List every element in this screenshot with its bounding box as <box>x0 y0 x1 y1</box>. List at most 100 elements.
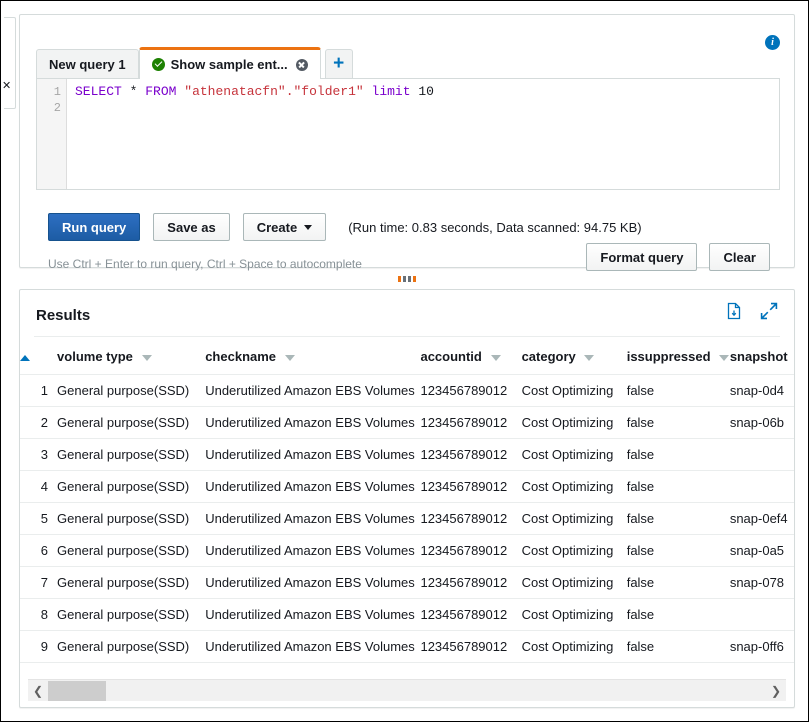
results-table-head: volume type checkname accountid cat <box>20 343 795 375</box>
column-header-accountid[interactable]: accountid <box>420 343 521 375</box>
add-tab-button[interactable]: + <box>325 49 353 79</box>
drag-handle-icon <box>398 276 416 282</box>
cell-row-index: 6 <box>20 535 57 567</box>
run-statistics: (Run time: 0.83 seconds, Data scanned: 9… <box>348 220 641 235</box>
column-header-category[interactable]: category <box>522 343 627 375</box>
table-row[interactable]: 7 General purpose(SSD) Underutilized Ama… <box>20 567 795 599</box>
download-results-icon[interactable] <box>725 302 743 320</box>
results-horizontal-scrollbar[interactable]: ❮ ❯ <box>28 679 786 701</box>
editor-actions: Run query Save as Create (Run time: 0.83… <box>48 213 642 241</box>
table-header-row: volume type checkname accountid cat <box>20 343 795 375</box>
sql-star: * <box>130 84 138 99</box>
cell-issuppressed: false <box>627 375 730 407</box>
cell-snapshot: snap-078 <box>730 567 795 599</box>
left-nav-collapsed-panel[interactable] <box>4 17 16 109</box>
results-header-actions <box>725 302 778 320</box>
cell-snapshot <box>730 663 795 674</box>
table-row[interactable]: 4 General purpose(SSD) Underutilized Ama… <box>20 471 795 503</box>
cell-accountid: 123456789012 <box>420 439 521 471</box>
info-icon[interactable]: i <box>765 35 780 50</box>
cell-checkname: Underutilized Amazon EBS Volumes <box>205 471 420 503</box>
column-header-checkname[interactable]: checkname <box>205 343 420 375</box>
cell-checkname: Underutilized Amazon EBS Volumes <box>205 599 420 631</box>
table-row[interactable]: 3 General purpose(SSD) Underutilized Ama… <box>20 439 795 471</box>
table-row[interactable]: 8 General purpose(SSD) Underutilized Ama… <box>20 599 795 631</box>
cell-checkname: Underutilized Amazon EBS Volumes <box>205 439 420 471</box>
column-label: issuppressed <box>627 349 711 364</box>
cell-category: Cost Optimizing <box>522 375 627 407</box>
left-nav-close-icon[interactable]: ✕ <box>2 79 11 92</box>
cell-category: Cost Optimizing <box>522 567 627 599</box>
cell-snapshot <box>730 471 795 503</box>
create-button[interactable]: Create <box>243 213 326 241</box>
panel-resize-handle[interactable] <box>19 269 795 289</box>
editor-code-lines[interactable]: SELECT * FROM "athenatacfn"."folder1" li… <box>67 79 779 189</box>
editor-gutter: 1 2 <box>37 79 67 189</box>
column-header-snapshot[interactable]: snapshot <box>730 343 795 375</box>
cell-row-index: 5 <box>20 503 57 535</box>
chevron-down-icon <box>719 355 729 361</box>
tab-new-query-1[interactable]: New query 1 <box>36 49 139 79</box>
column-label: volume type <box>57 349 133 364</box>
sort-ascending-icon <box>20 355 30 361</box>
table-row[interactable]: 5 General purpose(SSD) Underutilized Ama… <box>20 503 795 535</box>
column-header-row-index[interactable] <box>20 343 57 375</box>
save-as-button[interactable]: Save as <box>153 213 229 241</box>
sql-operator-star <box>122 84 130 99</box>
sql-keyword-select: SELECT <box>75 84 122 99</box>
results-header: Results <box>20 290 794 336</box>
cell-volume-type: General purpose(SSD) <box>57 599 205 631</box>
cell-row-index: 10 <box>20 663 57 674</box>
cell-snapshot: snap-0d4 <box>730 375 795 407</box>
cell-checkname: Underutilized Amazon EBS Volumes <box>205 503 420 535</box>
cell-snapshot <box>730 599 795 631</box>
column-header-volume-type[interactable]: volume type <box>57 343 205 375</box>
cell-accountid: 123456789012 <box>420 567 521 599</box>
column-label: category <box>522 349 576 364</box>
table-row[interactable]: 10 General purpose(SSD) Underutilized Am… <box>20 663 795 674</box>
scroll-left-arrow-icon[interactable]: ❮ <box>28 685 48 697</box>
cell-category: Cost Optimizing <box>522 599 627 631</box>
table-row[interactable]: 1 General purpose(SSD) Underutilized Ama… <box>20 375 795 407</box>
cell-category: Cost Optimizing <box>522 439 627 471</box>
chevron-down-icon <box>142 355 152 361</box>
success-check-icon <box>152 58 165 71</box>
cell-checkname: Underutilized Amazon EBS Volumes <box>205 663 420 674</box>
table-row[interactable]: 9 General purpose(SSD) Underutilized Ama… <box>20 631 795 663</box>
format-query-button[interactable]: Format query <box>586 243 697 271</box>
cell-category: Cost Optimizing <box>522 663 627 674</box>
tab-show-sample-entries[interactable]: Show sample ent... <box>139 47 321 79</box>
scroll-right-arrow-icon[interactable]: ❯ <box>766 685 786 697</box>
cell-volume-type: General purpose(SSD) <box>57 503 205 535</box>
column-header-issuppressed[interactable]: issuppressed <box>627 343 730 375</box>
results-table-scroll-region[interactable]: volume type checkname accountid cat <box>20 343 795 673</box>
cell-checkname: Underutilized Amazon EBS Volumes <box>205 535 420 567</box>
clear-button[interactable]: Clear <box>709 243 770 271</box>
cell-issuppressed: false <box>627 535 730 567</box>
scrollbar-track[interactable] <box>48 680 766 702</box>
cell-row-index: 4 <box>20 471 57 503</box>
cell-issuppressed: false <box>627 567 730 599</box>
expand-results-icon[interactable] <box>760 302 778 320</box>
cell-accountid: 123456789012 <box>420 663 521 674</box>
table-row[interactable]: 2 General purpose(SSD) Underutilized Ama… <box>20 407 795 439</box>
sql-keyword-limit: limit <box>372 84 411 99</box>
cell-accountid: 123456789012 <box>420 631 521 663</box>
line-number: 2 <box>37 100 66 116</box>
cell-snapshot: snap-0ff6 <box>730 631 795 663</box>
table-row[interactable]: 6 General purpose(SSD) Underutilized Ama… <box>20 535 795 567</box>
scrollbar-thumb[interactable] <box>48 681 106 701</box>
cell-snapshot: snap-06b <box>730 407 795 439</box>
cell-volume-type: General purpose(SSD) <box>57 535 205 567</box>
run-query-button[interactable]: Run query <box>48 213 140 241</box>
query-tab-strip: New query 1 Show sample ent... + <box>36 47 353 79</box>
cell-category: Cost Optimizing <box>522 407 627 439</box>
close-icon[interactable] <box>296 59 308 71</box>
cell-volume-type: General purpose(SSD) <box>57 407 205 439</box>
cell-snapshot <box>730 439 795 471</box>
cell-category: Cost Optimizing <box>522 503 627 535</box>
query-editor-card: i New query 1 Show sample ent... + 1 2 S… <box>19 14 795 268</box>
sql-editor[interactable]: 1 2 SELECT * FROM "athenatacfn"."folder1… <box>36 78 780 190</box>
results-card: Results <box>19 289 795 708</box>
cell-accountid: 123456789012 <box>420 535 521 567</box>
